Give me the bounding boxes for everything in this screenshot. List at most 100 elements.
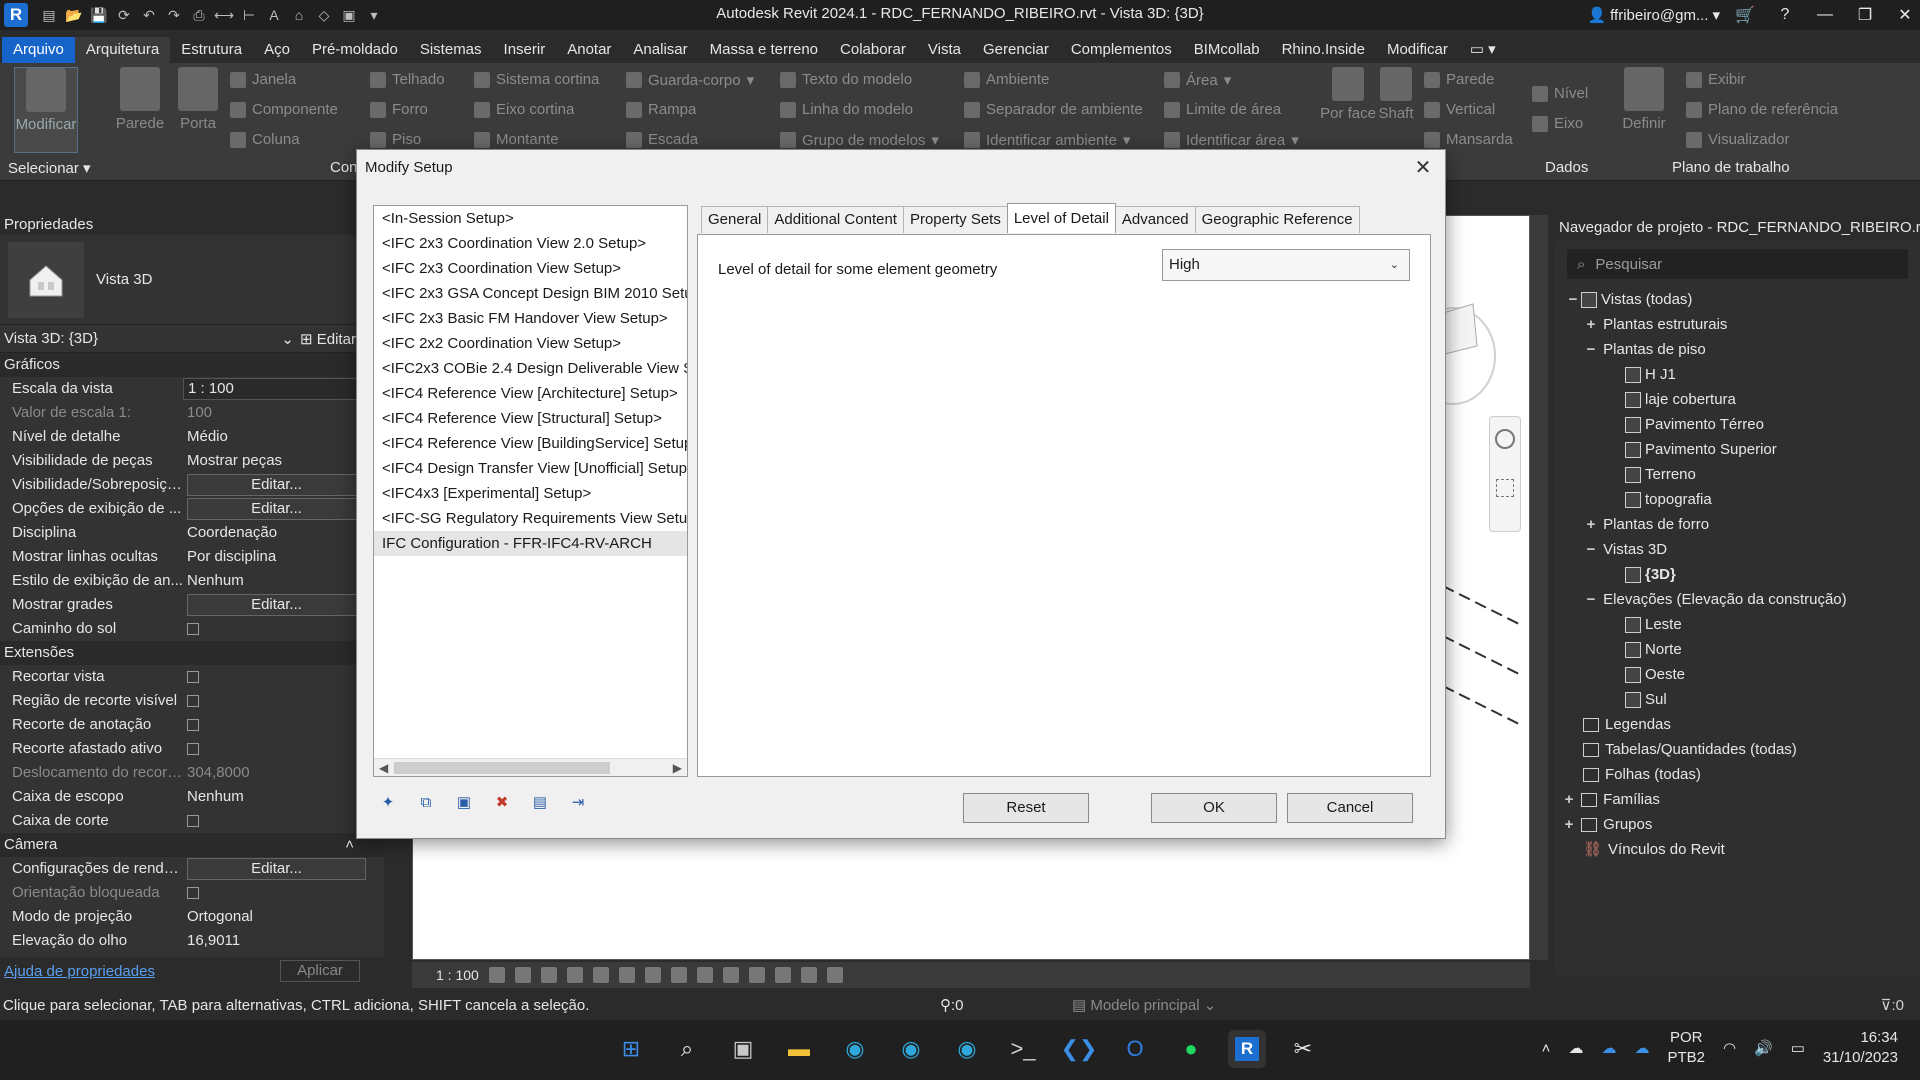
set-workplane-button[interactable]: Definir — [1612, 67, 1676, 132]
volume-icon[interactable]: 🔊 — [1754, 1039, 1773, 1057]
property-row[interactable]: Elevação do olho 16,9011 — [0, 929, 384, 953]
setup-item[interactable]: <IFC 2x3 Coordination View 2.0 Setup> — [374, 231, 687, 256]
switch-windows-icon[interactable]: ▣ — [340, 6, 358, 24]
wall-button[interactable]: Parede — [108, 67, 172, 132]
zoom-icon[interactable] — [1496, 479, 1514, 497]
tree-elevations[interactable]: − Elevações (Elevação da construção) — [1555, 587, 1920, 612]
scroll-right-icon[interactable]: ▶ — [673, 759, 682, 777]
roof-tool[interactable]: Telhado — [370, 71, 445, 88]
curtain-system-tool[interactable]: Sistema cortina — [474, 71, 599, 88]
restore-button[interactable]: ❐ — [1850, 5, 1880, 25]
property-value[interactable]: 16,9011 — [183, 929, 384, 953]
property-value[interactable]: Nenhum — [183, 785, 384, 809]
tree-view-item[interactable]: H J1 — [1555, 362, 1920, 387]
edit-property-button[interactable]: Editar... — [187, 474, 366, 496]
lock-view-icon[interactable] — [670, 967, 687, 983]
navigation-bar[interactable] — [1489, 416, 1521, 532]
property-row[interactable]: Região de recorte visível — [0, 689, 384, 713]
view-instance-dropdown[interactable]: Vista 3D: {3D} ⌄ — [4, 330, 300, 348]
onedrive-business-icon[interactable]: ☁ — [1601, 1039, 1616, 1057]
type-selector[interactable]: Vista 3D — [0, 235, 384, 325]
area-boundary-tool[interactable]: Limite de área — [1164, 101, 1281, 118]
section-camera[interactable]: Câmera ˄ — [0, 833, 384, 857]
shadows-icon[interactable] — [566, 967, 583, 983]
room-tool[interactable]: Ambiente — [964, 71, 1049, 88]
setup-item[interactable]: <IFC 2x3 Coordination View Setup> — [374, 256, 687, 281]
property-value[interactable] — [183, 881, 384, 905]
view-scale[interactable]: 1 : 100 — [436, 967, 479, 983]
property-row[interactable]: Visibilidade de peças Mostrar peças — [0, 449, 384, 473]
tree-sheets[interactable]: Folhas (todas) — [1555, 762, 1920, 787]
minimize-button[interactable]: — — [1810, 6, 1840, 24]
property-row[interactable]: Caminho do sol — [0, 617, 384, 641]
tab-gerenciar[interactable]: Gerenciar — [972, 37, 1060, 63]
redo-icon[interactable]: ↷ — [165, 6, 183, 24]
clock[interactable]: 16:34 31/10/2023 — [1823, 1028, 1898, 1068]
outlook-icon[interactable]: O — [1116, 1030, 1154, 1068]
collapse-icon[interactable]: − — [1583, 537, 1599, 562]
ceiling-tool[interactable]: Forro — [370, 101, 428, 118]
duplicate-setup-icon[interactable]: ⧉ — [415, 791, 437, 813]
shaft-button[interactable]: Shaft — [1366, 67, 1426, 122]
analytical-icon[interactable] — [826, 967, 843, 983]
edge-icon[interactable]: ◉ — [836, 1030, 874, 1068]
property-value[interactable]: Mostrar peças — [183, 449, 384, 473]
property-checkbox[interactable] — [187, 623, 199, 635]
grid-tool[interactable]: Eixo — [1532, 115, 1583, 132]
column-tool[interactable]: Coluna — [230, 131, 300, 148]
property-checkbox[interactable] — [187, 887, 199, 899]
language-indicator[interactable]: POR PTB2 — [1667, 1028, 1705, 1068]
print-icon[interactable]: ⎙ — [190, 6, 208, 24]
detail-level-icon[interactable] — [488, 967, 505, 983]
crop-view-icon[interactable] — [618, 967, 635, 983]
render-icon[interactable] — [592, 967, 609, 983]
setup-item[interactable]: <IFC4 Reference View [Architecture] Setu… — [374, 381, 687, 406]
setup-item[interactable]: <IFC4x3 [Experimental] Setup> — [374, 481, 687, 506]
spotify-icon[interactable]: ● — [1172, 1030, 1210, 1068]
floor-tool[interactable]: Piso — [370, 131, 421, 148]
curtain-grid-tool[interactable]: Eixo cortina — [474, 101, 574, 118]
room-separator-tool[interactable]: Separador de ambiente — [964, 101, 1143, 118]
highlight-icon[interactable] — [800, 967, 817, 983]
tab-analisar[interactable]: Analisar — [622, 37, 698, 63]
expand-icon[interactable]: + — [1583, 312, 1599, 337]
tree-structural-plans[interactable]: + Plantas estruturais — [1555, 312, 1920, 337]
close-window-button[interactable]: ✕ — [1890, 5, 1920, 25]
mullion-tool[interactable]: Montante — [474, 131, 559, 148]
cancel-button[interactable]: Cancel — [1287, 793, 1413, 823]
home-icon[interactable]: ▤ — [40, 6, 58, 24]
tree-view-item[interactable]: Norte — [1555, 637, 1920, 662]
help-icon[interactable]: ? — [1770, 6, 1800, 24]
tab-estrutura[interactable]: Estrutura — [170, 37, 253, 63]
property-row[interactable]: Nível de detalhe Médio — [0, 425, 384, 449]
tree-view-item[interactable]: Leste — [1555, 612, 1920, 637]
temporary-view-icon[interactable] — [774, 967, 791, 983]
railing-tool[interactable]: Guarda-corpo ▾ — [626, 71, 754, 89]
select-panel-label[interactable]: Selecionar ▾ — [8, 159, 91, 177]
edge-dev-icon[interactable]: ◉ — [948, 1030, 986, 1068]
property-row[interactable]: Orientação bloqueada — [0, 881, 384, 905]
tree-families[interactable]: + Famílias — [1555, 787, 1920, 812]
sync-icon[interactable]: ⟳ — [115, 6, 133, 24]
property-value[interactable] — [183, 713, 384, 737]
property-value[interactable]: Nenhum — [183, 569, 384, 593]
tab-inserir[interactable]: Inserir — [493, 37, 557, 63]
import-setup-icon[interactable]: ▤ — [529, 791, 551, 813]
reveal-hidden-icon[interactable] — [722, 967, 739, 983]
section-graficos[interactable]: Gráficos — [0, 353, 384, 377]
tree-legends[interactable]: Legendas — [1555, 712, 1920, 737]
model-line-tool[interactable]: Linha do modelo — [780, 101, 913, 118]
battery-icon[interactable]: ▭ — [1791, 1039, 1805, 1057]
temporary-hide-icon[interactable] — [696, 967, 713, 983]
property-checkbox[interactable] — [187, 671, 199, 683]
snipping-tool-icon[interactable]: ✂ — [1284, 1030, 1322, 1068]
terminal-icon[interactable]: >_ — [1004, 1030, 1042, 1068]
active-model[interactable]: ▤ Modelo principal ⌄ — [1072, 996, 1216, 1014]
property-value[interactable]: 1 : 100 — [183, 378, 384, 400]
tree-ceiling-plans[interactable]: + Plantas de forro — [1555, 512, 1920, 537]
tab-level-of-detail[interactable]: Level of Detail — [1006, 203, 1116, 233]
tab-bimcollab[interactable]: BIMcollab — [1183, 37, 1271, 63]
export-setup-icon[interactable]: ⇥ — [567, 791, 589, 813]
delete-setup-icon[interactable]: ✖ — [491, 791, 513, 813]
measure-icon[interactable]: ⟷ — [214, 6, 234, 24]
